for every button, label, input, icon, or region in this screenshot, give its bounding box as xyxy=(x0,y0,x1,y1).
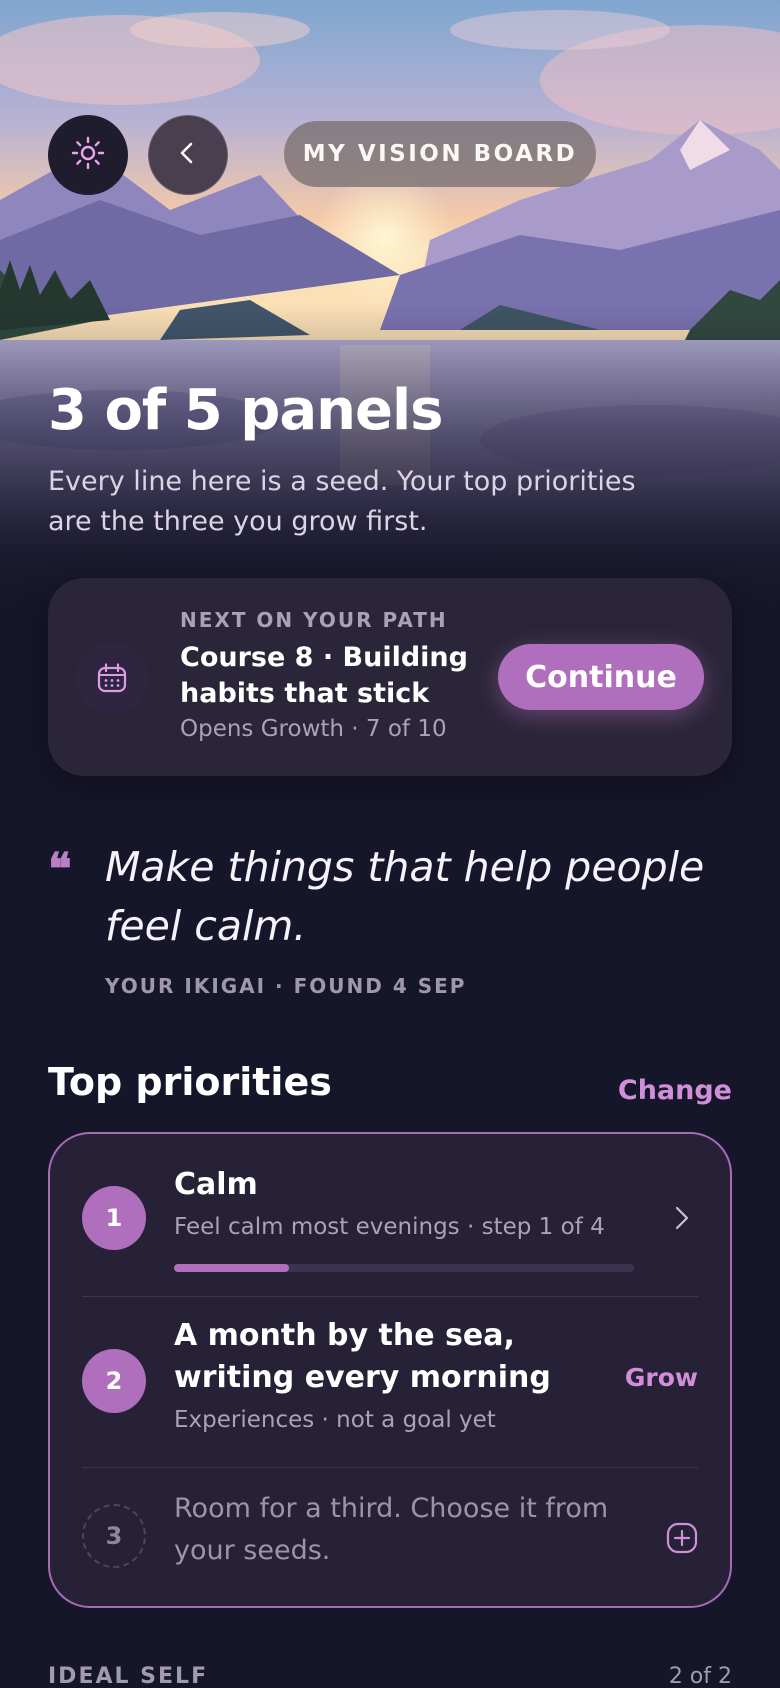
chevron-left-icon xyxy=(174,139,202,171)
priority-title: Calm xyxy=(174,1167,258,1202)
next-course-meta: Opens Growth · 7 of 10 xyxy=(180,716,447,742)
next-course-card: NEXT ON YOUR PATH Course 8 · Building ha… xyxy=(48,578,732,776)
continue-button[interactable]: Continue xyxy=(498,644,704,710)
priority-number-badge: 3 xyxy=(82,1504,146,1568)
priority-number-badge: 2 xyxy=(82,1349,146,1413)
ikigai-quote: Make things that help people feel calm. xyxy=(105,843,705,950)
quote-icon: ❝ xyxy=(48,844,72,895)
priority-subtitle: Feel calm most evenings · step 1 of 4 xyxy=(174,1214,605,1240)
ideal-self-count: 2 of 2 xyxy=(668,1664,732,1688)
add-circle-icon[interactable] xyxy=(666,1522,698,1558)
ideal-self-label: IDEAL SELF xyxy=(48,1664,209,1688)
change-priorities-link[interactable]: Change xyxy=(618,1075,732,1106)
ikigai-meta: YOUR IKIGAI · FOUND 4 SEP xyxy=(105,974,467,998)
priority-item-3-empty[interactable]: 3 Room for a third. Choose it from your … xyxy=(50,1468,730,1608)
page-title-pill: MY VISION BOARD xyxy=(284,121,596,187)
priority-number-badge: 1 xyxy=(82,1186,146,1250)
priority-progress-fill xyxy=(174,1264,289,1272)
priorities-heading: Top priorities xyxy=(48,1060,332,1104)
next-card-eyebrow: NEXT ON YOUR PATH xyxy=(180,608,448,632)
priority-item-1[interactable]: 1 Calm Feel calm most evenings · step 1 … xyxy=(50,1134,730,1296)
priority-title: A month by the sea, writing every mornin… xyxy=(174,1318,551,1395)
panels-subtitle: Every line here is a seed. Your top prio… xyxy=(48,466,636,537)
sun-icon xyxy=(70,135,106,175)
calendar-icon xyxy=(76,642,148,714)
priority-item-2[interactable]: 2 A month by the sea, writing every morn… xyxy=(50,1297,730,1467)
priority-progress-bar xyxy=(174,1264,634,1272)
panels-progress-title: 3 of 5 panels xyxy=(48,378,444,443)
next-course-title: Course 8 · Building habits that stick xyxy=(180,642,468,709)
back-button[interactable] xyxy=(148,115,228,195)
empty-slot-text: Room for a third. Choose it from your se… xyxy=(174,1493,609,1566)
priorities-card: 1 Calm Feel calm most evenings · step 1 … xyxy=(48,1132,732,1608)
theme-toggle-button[interactable] xyxy=(48,115,128,195)
grow-link[interactable]: Grow xyxy=(625,1363,698,1392)
chevron-right-icon xyxy=(672,1204,692,1236)
priority-subtitle: Experiences · not a goal yet xyxy=(174,1407,496,1433)
